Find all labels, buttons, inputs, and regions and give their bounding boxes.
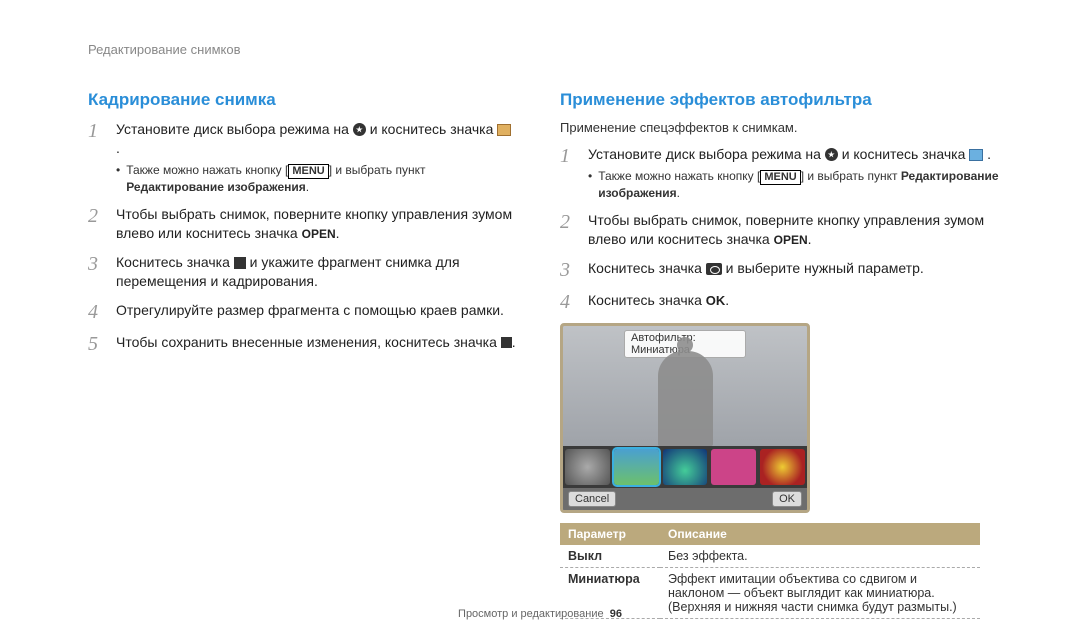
camera-preview: Автофильтр: Миниатюра	[563, 326, 807, 446]
text: Установите диск выбора режима на	[588, 146, 825, 162]
text: Отрегулируйте размер фрагмента с помощью…	[116, 302, 504, 318]
text: .	[336, 225, 340, 241]
page-header: Редактирование снимков	[88, 42, 241, 57]
left-step-3: 3 Коснитесь значка и укажите фрагмент сн…	[88, 253, 518, 291]
breadcrumb: Редактирование снимков	[88, 42, 241, 57]
right-step-3: 3 Коснитесь значка и выберите нужный пар…	[560, 259, 1010, 281]
menu-button-icon: MENU	[760, 170, 800, 185]
text: и выберите нужный параметр.	[722, 260, 924, 276]
table-header-row: Параметр Описание	[560, 523, 980, 545]
text: Коснитесь значка	[588, 260, 706, 276]
step-body: Коснитесь значка и выберите нужный парам…	[588, 259, 924, 281]
text: Установите диск выбора режима на	[116, 121, 353, 137]
right-subtitle: Применение спецэффектов к снимкам.	[560, 120, 1010, 135]
camera-ok-button[interactable]: OK	[772, 491, 802, 507]
page-number: 96	[610, 608, 622, 620]
save-icon	[501, 337, 512, 348]
filter-thumb[interactable]	[711, 449, 756, 485]
crop-icon	[234, 257, 246, 269]
text: и коснитесь значка	[370, 121, 498, 137]
bullet: Также можно нажать кнопку [MENU] и выбра…	[588, 168, 1010, 201]
text: .	[116, 140, 120, 156]
mode-dial-icon	[353, 123, 366, 136]
text: .	[512, 334, 516, 350]
text: .	[808, 231, 812, 247]
text: Также можно нажать кнопку [	[126, 163, 288, 177]
step-number: 2	[88, 205, 106, 243]
text: .	[306, 180, 309, 194]
step-number: 2	[560, 211, 578, 249]
param-desc: Без эффекта.	[660, 545, 980, 568]
table-row: Миниатюра Эффект имитации объектива со с…	[560, 567, 980, 618]
left-step-2: 2 Чтобы выбрать снимок, поверните кнопку…	[88, 205, 518, 243]
camera-silhouette	[658, 351, 713, 446]
menu-button-icon: MENU	[288, 164, 328, 179]
step-body: Установите диск выбора режима на и косни…	[588, 145, 1010, 201]
mode-dial-icon	[825, 148, 838, 161]
text: Также можно нажать кнопку [	[598, 169, 760, 183]
step-body: Отрегулируйте размер фрагмента с помощью…	[116, 301, 504, 323]
left-step-5: 5 Чтобы сохранить внесенные изменения, к…	[88, 333, 518, 355]
text: Чтобы сохранить внесенные изменения, кос…	[116, 334, 501, 350]
right-step-1: 1 Установите диск выбора режима на и кос…	[560, 145, 1010, 201]
step-number: 1	[88, 120, 106, 195]
filter-thumb-selected[interactable]	[614, 449, 659, 485]
camera-bottom-bar: Cancel OK	[563, 488, 807, 510]
step-number: 1	[560, 145, 578, 201]
step-body: Установите диск выбора режима на и косни…	[116, 120, 518, 195]
camera-thumbnails	[563, 446, 807, 488]
param-name: Выкл	[560, 545, 660, 568]
filter-icon	[706, 263, 722, 275]
text: .	[987, 146, 991, 162]
left-title: Кадрирование снимка	[88, 90, 518, 110]
edit-brush-icon	[969, 149, 983, 161]
text: ] и выбрать пункт	[329, 163, 426, 177]
step-number: 3	[88, 253, 106, 291]
step-number: 4	[88, 301, 106, 323]
parameter-table: Параметр Описание Выкл Без эффекта. Мини…	[560, 523, 980, 619]
step-body: Чтобы выбрать снимок, поверните кнопку у…	[116, 205, 518, 243]
step-number: 5	[88, 333, 106, 355]
right-title: Применение эффектов автофильтра	[560, 90, 1010, 110]
text: .	[725, 292, 729, 308]
page-footer: Просмотр и редактирование 96	[458, 608, 622, 620]
filter-thumb[interactable]	[760, 449, 805, 485]
left-step-1: 1 Установите диск выбора режима на и кос…	[88, 120, 518, 195]
bullet: Также можно нажать кнопку [MENU] и выбра…	[116, 162, 518, 195]
col-parameter: Параметр	[560, 523, 660, 545]
step-number: 3	[560, 259, 578, 281]
right-step-2: 2 Чтобы выбрать снимок, поверните кнопку…	[560, 211, 1010, 249]
table-row: Выкл Без эффекта.	[560, 545, 980, 568]
bold-text: Редактирование изображения	[126, 180, 306, 194]
step-body: Чтобы выбрать снимок, поверните кнопку у…	[588, 211, 1010, 249]
text: Коснитесь значка	[588, 292, 706, 308]
right-column: Применение эффектов автофильтра Применен…	[560, 90, 1010, 619]
text: ] и выбрать пункт	[801, 169, 901, 183]
text: Коснитесь значка	[116, 254, 234, 270]
col-description: Описание	[660, 523, 980, 545]
ok-label: OK	[706, 293, 726, 308]
text: .	[677, 186, 680, 200]
camera-cancel-button[interactable]: Cancel	[568, 491, 616, 507]
open-label: OPEN	[774, 233, 808, 247]
param-desc: Эффект имитации объектива со сдвигом и н…	[660, 567, 980, 618]
left-column: Кадрирование снимка 1 Установите диск вы…	[88, 90, 518, 365]
footer-text: Просмотр и редактирование	[458, 608, 604, 620]
open-label: OPEN	[302, 227, 336, 241]
camera-screenshot: Автофильтр: Миниатюра Cancel OK	[560, 323, 810, 513]
filter-thumb[interactable]	[565, 449, 610, 485]
text: и коснитесь значка	[842, 146, 970, 162]
right-step-4: 4 Коснитесь значка OK.	[560, 291, 1010, 313]
step-body: Коснитесь значка OK.	[588, 291, 729, 313]
edit-brush-icon	[497, 124, 511, 136]
step-body: Коснитесь значка и укажите фрагмент сним…	[116, 253, 518, 291]
filter-thumb[interactable]	[663, 449, 708, 485]
step-number: 4	[560, 291, 578, 313]
left-step-4: 4 Отрегулируйте размер фрагмента с помощ…	[88, 301, 518, 323]
step-body: Чтобы сохранить внесенные изменения, кос…	[116, 333, 516, 355]
